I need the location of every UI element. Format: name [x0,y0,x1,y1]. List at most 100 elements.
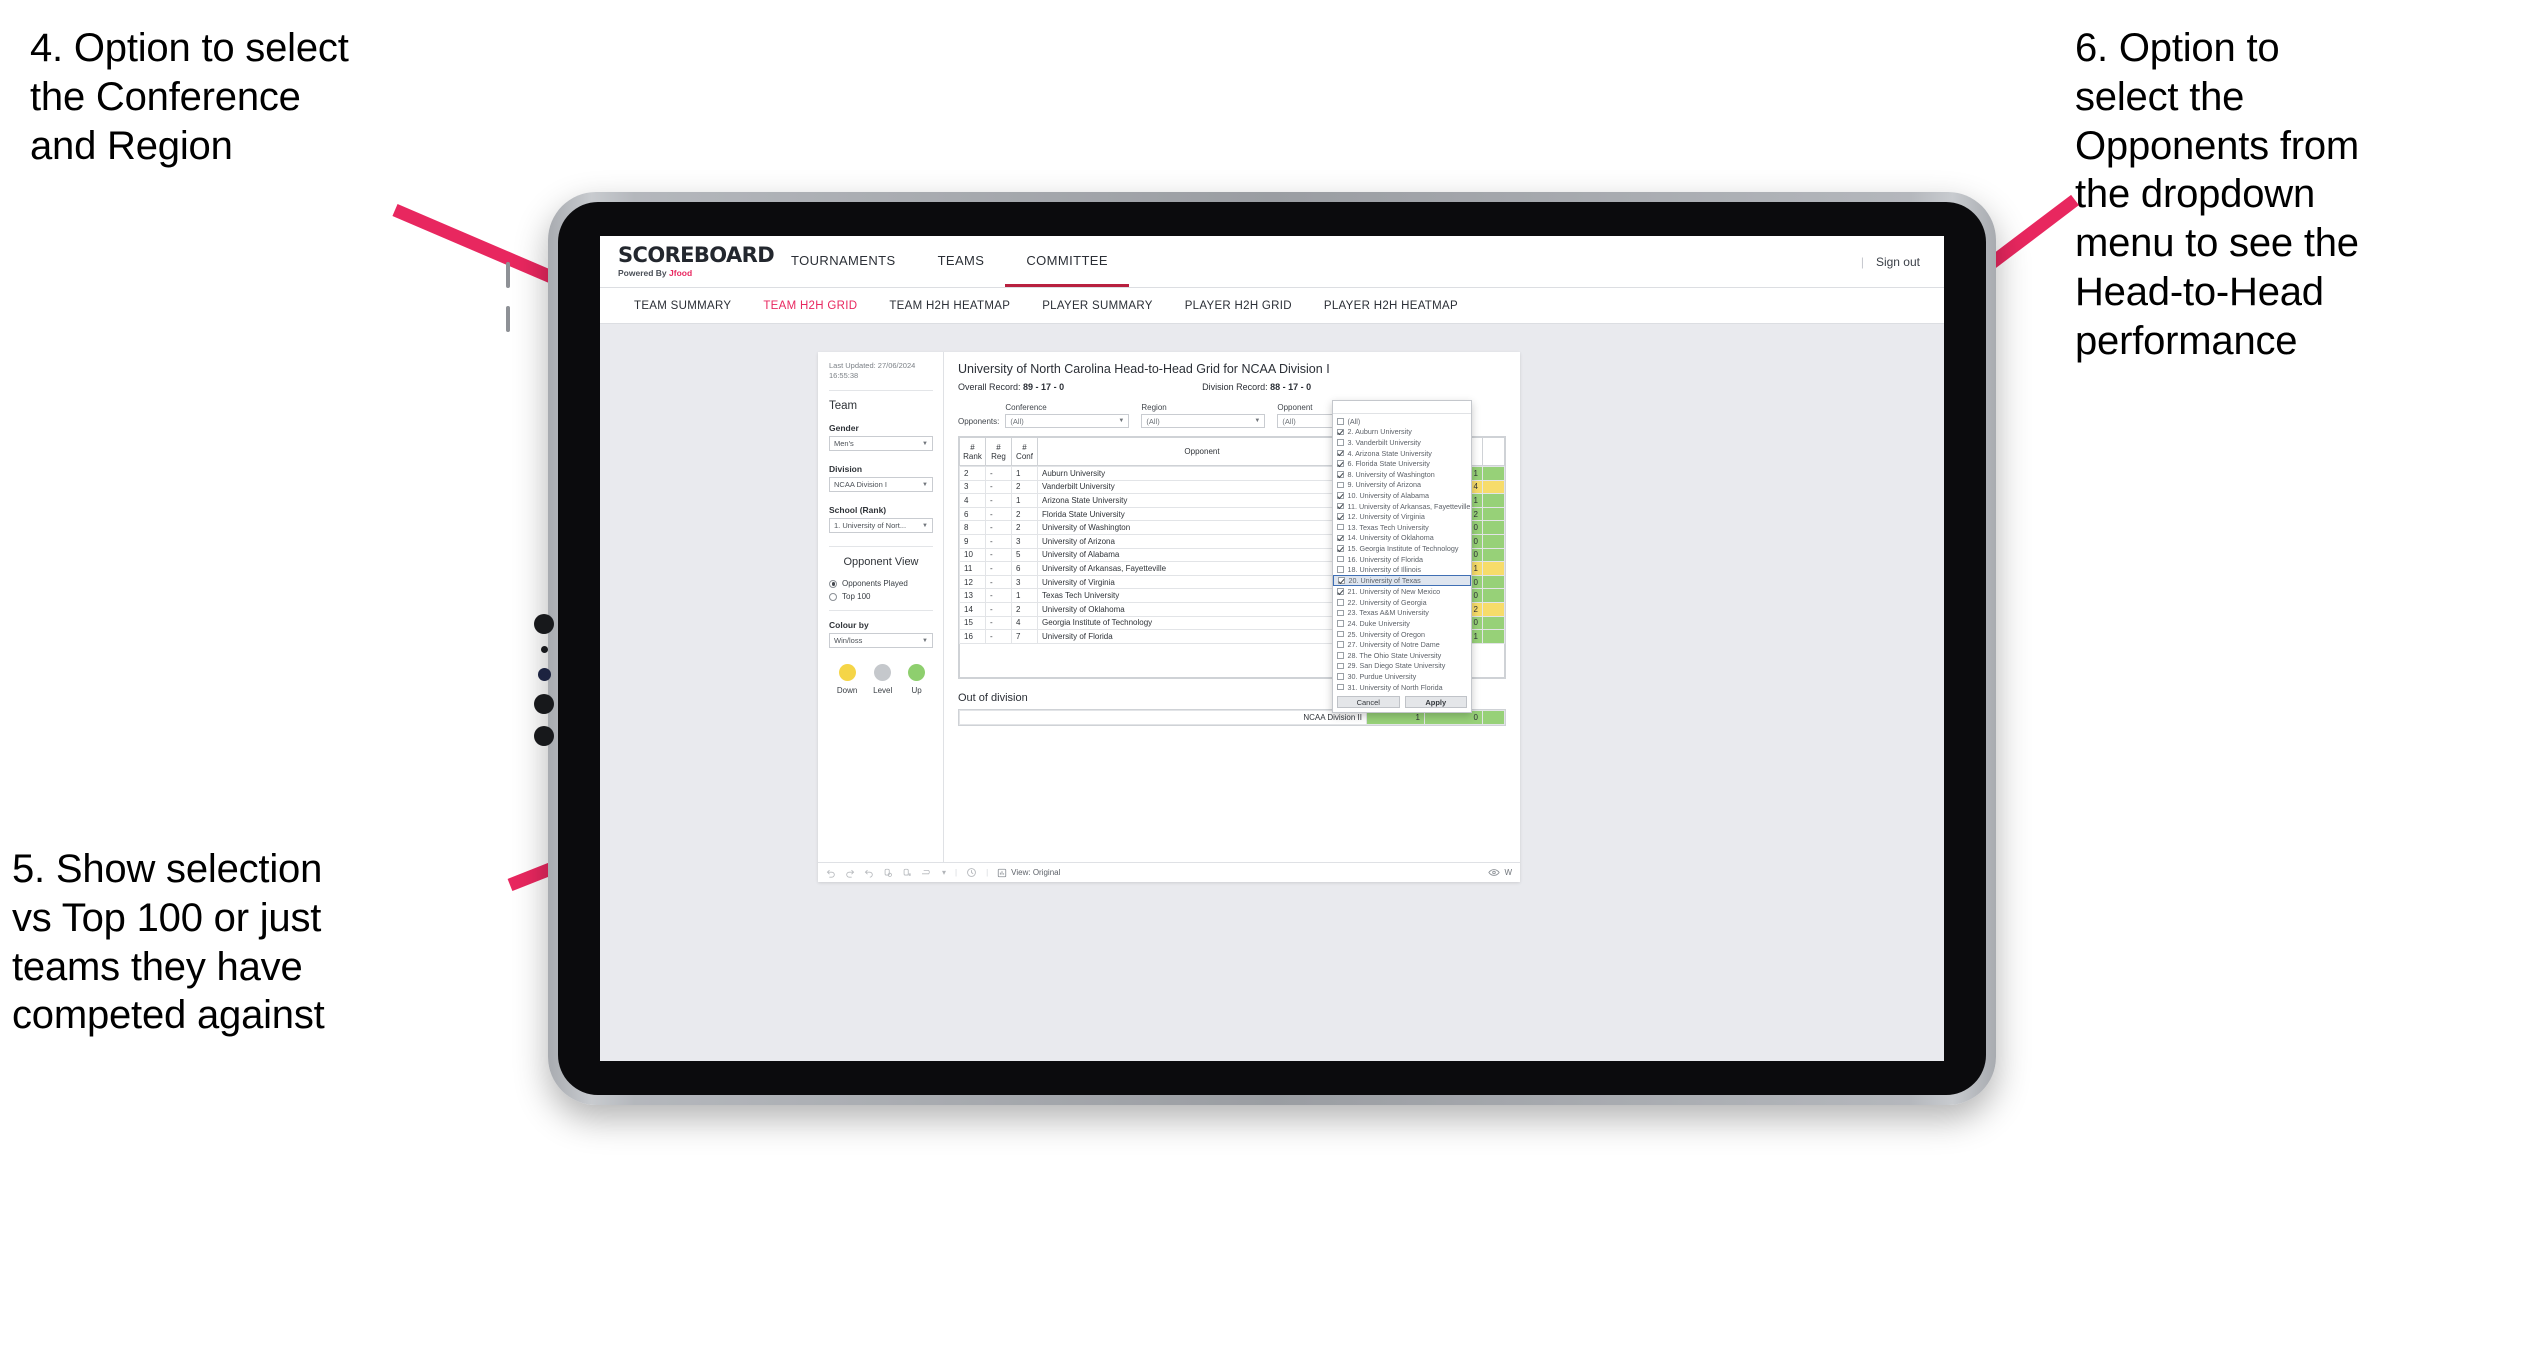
signout-link[interactable]: Sign out [1876,255,1920,269]
opponent-dropdown-item[interactable]: 6. Florida State University [1333,458,1471,469]
cancel-button[interactable]: Cancel [1337,696,1400,709]
radio-opponents-played[interactable]: Opponents Played [829,579,933,588]
division-select[interactable]: NCAA Division I ▼ [829,477,933,493]
pause-refresh-icon[interactable] [966,867,977,878]
tab-team-h2h-grid[interactable]: TEAM H2H GRID [747,300,873,312]
chevron-down-icon[interactable]: ▾ [942,868,946,877]
checkbox-checked-icon[interactable] [1337,588,1344,595]
opponent-dropdown-item[interactable]: 31. University of North Florida [1333,682,1471,693]
opponent-dropdown-search-input[interactable] [1333,401,1471,414]
apply-button[interactable]: Apply [1404,696,1467,709]
opponent-dropdown-item[interactable]: (All) [1333,416,1471,427]
checkbox-checked-icon[interactable] [1337,492,1344,499]
radio-top-100[interactable]: Top 100 [829,592,933,601]
tab-player-h2h-grid[interactable]: PLAYER H2H GRID [1169,300,1308,312]
opponent-dropdown-item[interactable]: 28. The Ohio State University [1333,650,1471,661]
annotation-note-4: 4. Option to select the Conference and R… [30,26,349,168]
checkbox-icon[interactable] [1337,641,1344,648]
checkbox-icon[interactable] [1337,439,1344,446]
opponent-dropdown-item[interactable]: 9. University of Arizona [1333,480,1471,491]
checkbox-icon[interactable] [1337,662,1344,670]
opponent-dropdown-item[interactable]: 20. University of Texas [1333,574,1471,587]
region-filter-select[interactable]: (All) ▼ [1141,414,1266,428]
checkbox-icon[interactable] [1337,523,1344,531]
opponent-dropdown-item[interactable]: 21. University of New Mexico [1333,586,1471,597]
revert-icon[interactable] [864,868,874,878]
opponent-dropdown-item[interactable]: 13. Texas Tech University [1333,522,1471,533]
nav-item-teams[interactable]: TEAMS [917,236,1006,287]
checkbox-icon[interactable] [1337,673,1344,680]
volume-down-button[interactable] [506,306,510,332]
opponent-dropdown-item[interactable]: 14. University of Oklahoma [1333,533,1471,544]
checkbox-icon[interactable] [1337,418,1344,425]
opponent-dropdown-item[interactable]: 2. Auburn University [1333,427,1471,438]
eye-icon [1488,869,1501,876]
checkbox-checked-icon[interactable] [1337,534,1344,542]
opponent-dropdown-item[interactable]: 18. University of Illinois [1333,564,1471,575]
opponent-dropdown-item[interactable]: 3. Vanderbilt University [1333,437,1471,448]
checkbox-icon[interactable] [1337,683,1344,691]
checkbox-checked-icon[interactable] [1337,545,1344,552]
checkbox-checked-icon[interactable] [1337,460,1344,467]
cell-reg: - [985,629,1012,644]
opponent-dropdown-item[interactable]: 12. University of Virginia [1333,511,1471,522]
opponent-dropdown-item[interactable]: 25. University of Oregon [1333,629,1471,640]
opponent-dropdown-item[interactable]: 30. Purdue University [1333,671,1471,682]
volume-up-button[interactable] [506,262,510,288]
view-original-control[interactable]: View: Original [997,868,1060,878]
school-select[interactable]: 1. University of Nort... ▼ [829,518,933,534]
opponent-dropdown-item[interactable]: 23. Texas A&M University [1333,608,1471,619]
brand-logo[interactable]: SCOREBOARD Powered By Jfood [618,245,775,279]
checkbox-checked-icon[interactable] [1337,502,1344,510]
checkbox-checked-icon[interactable] [1337,513,1344,520]
chevron-down-icon: ▼ [922,440,928,447]
opponent-dropdown-item[interactable]: 29. San Diego State University [1333,661,1471,672]
checkbox-icon[interactable] [1337,566,1344,573]
nav-item-tournaments[interactable]: TOURNAMENTS [770,236,917,287]
checkbox-icon[interactable] [1337,609,1344,617]
opponent-dropdown-item[interactable]: 22. University of Georgia [1333,597,1471,608]
tab-player-h2h-heatmap[interactable]: PLAYER H2H HEATMAP [1308,300,1474,312]
checkbox-checked-icon[interactable] [1337,471,1344,478]
checkbox-icon[interactable] [1337,481,1344,489]
cell-reg: - [985,588,1012,603]
opponent-dropdown-list[interactable]: (All) 2. Auburn University 3. Vanderbilt U… [1333,414,1471,693]
cell-spacer [1482,520,1505,535]
division-record-value: 88 - 17 - 0 [1270,382,1312,392]
tab-team-summary[interactable]: TEAM SUMMARY [618,300,747,312]
checkbox-icon[interactable] [1337,630,1344,638]
checkbox-checked-icon[interactable] [1337,428,1344,436]
refresh-icon[interactable] [883,868,893,878]
tab-player-summary[interactable]: PLAYER SUMMARY [1026,300,1169,312]
checkbox-icon[interactable] [1337,599,1344,606]
nav-item-committee[interactable]: COMMITTEE [1005,236,1129,287]
opponent-dropdown-item[interactable]: 15. Georgia Institute of Technology [1333,543,1471,554]
checkbox-checked-icon[interactable] [1337,449,1344,457]
share-icon[interactable] [921,868,933,878]
pause-auto-update-icon[interactable] [902,868,912,878]
colour-by-select[interactable]: Win/loss ▼ [829,633,933,649]
checkbox-icon[interactable] [1337,652,1344,659]
watch-control[interactable]: W [1488,868,1512,877]
conference-filter-select[interactable]: (All) ▼ [1005,414,1130,428]
opponent-dropdown-item[interactable]: 11. University of Arkansas, Fayetteville [1333,501,1471,512]
division-label: Division [829,464,863,475]
legend-dot-level [874,664,892,682]
opponent-dropdown-menu[interactable]: (All) 2. Auburn University 3. Vanderbilt U… [1332,400,1472,714]
redo-icon[interactable] [845,868,855,878]
checkbox-checked-icon[interactable] [1338,577,1345,584]
gender-select[interactable]: Men's ▼ [829,436,933,452]
cell-spacer [1482,629,1505,644]
opponent-dropdown-item[interactable]: 27. University of Notre Dame [1333,639,1471,650]
opponent-dropdown-item[interactable]: 4. Arizona State University [1333,448,1471,459]
opponent-dropdown-item[interactable]: 16. University of Florida [1333,554,1471,565]
opponent-dropdown-item[interactable]: 8. University of Washington [1333,469,1471,480]
cell-rank: 10 [959,547,986,563]
opponent-dropdown-item[interactable]: 10. University of Alabama [1333,490,1471,501]
tab-team-h2h-heatmap[interactable]: TEAM H2H HEATMAP [873,300,1026,312]
undo-icon[interactable] [826,868,836,878]
opponent-dropdown-item[interactable]: 24. Duke University [1333,618,1471,629]
checkbox-icon[interactable] [1337,555,1344,563]
checkbox-icon[interactable] [1337,620,1344,627]
last-updated-date: Last Updated: 27/06/2024 [829,361,916,370]
